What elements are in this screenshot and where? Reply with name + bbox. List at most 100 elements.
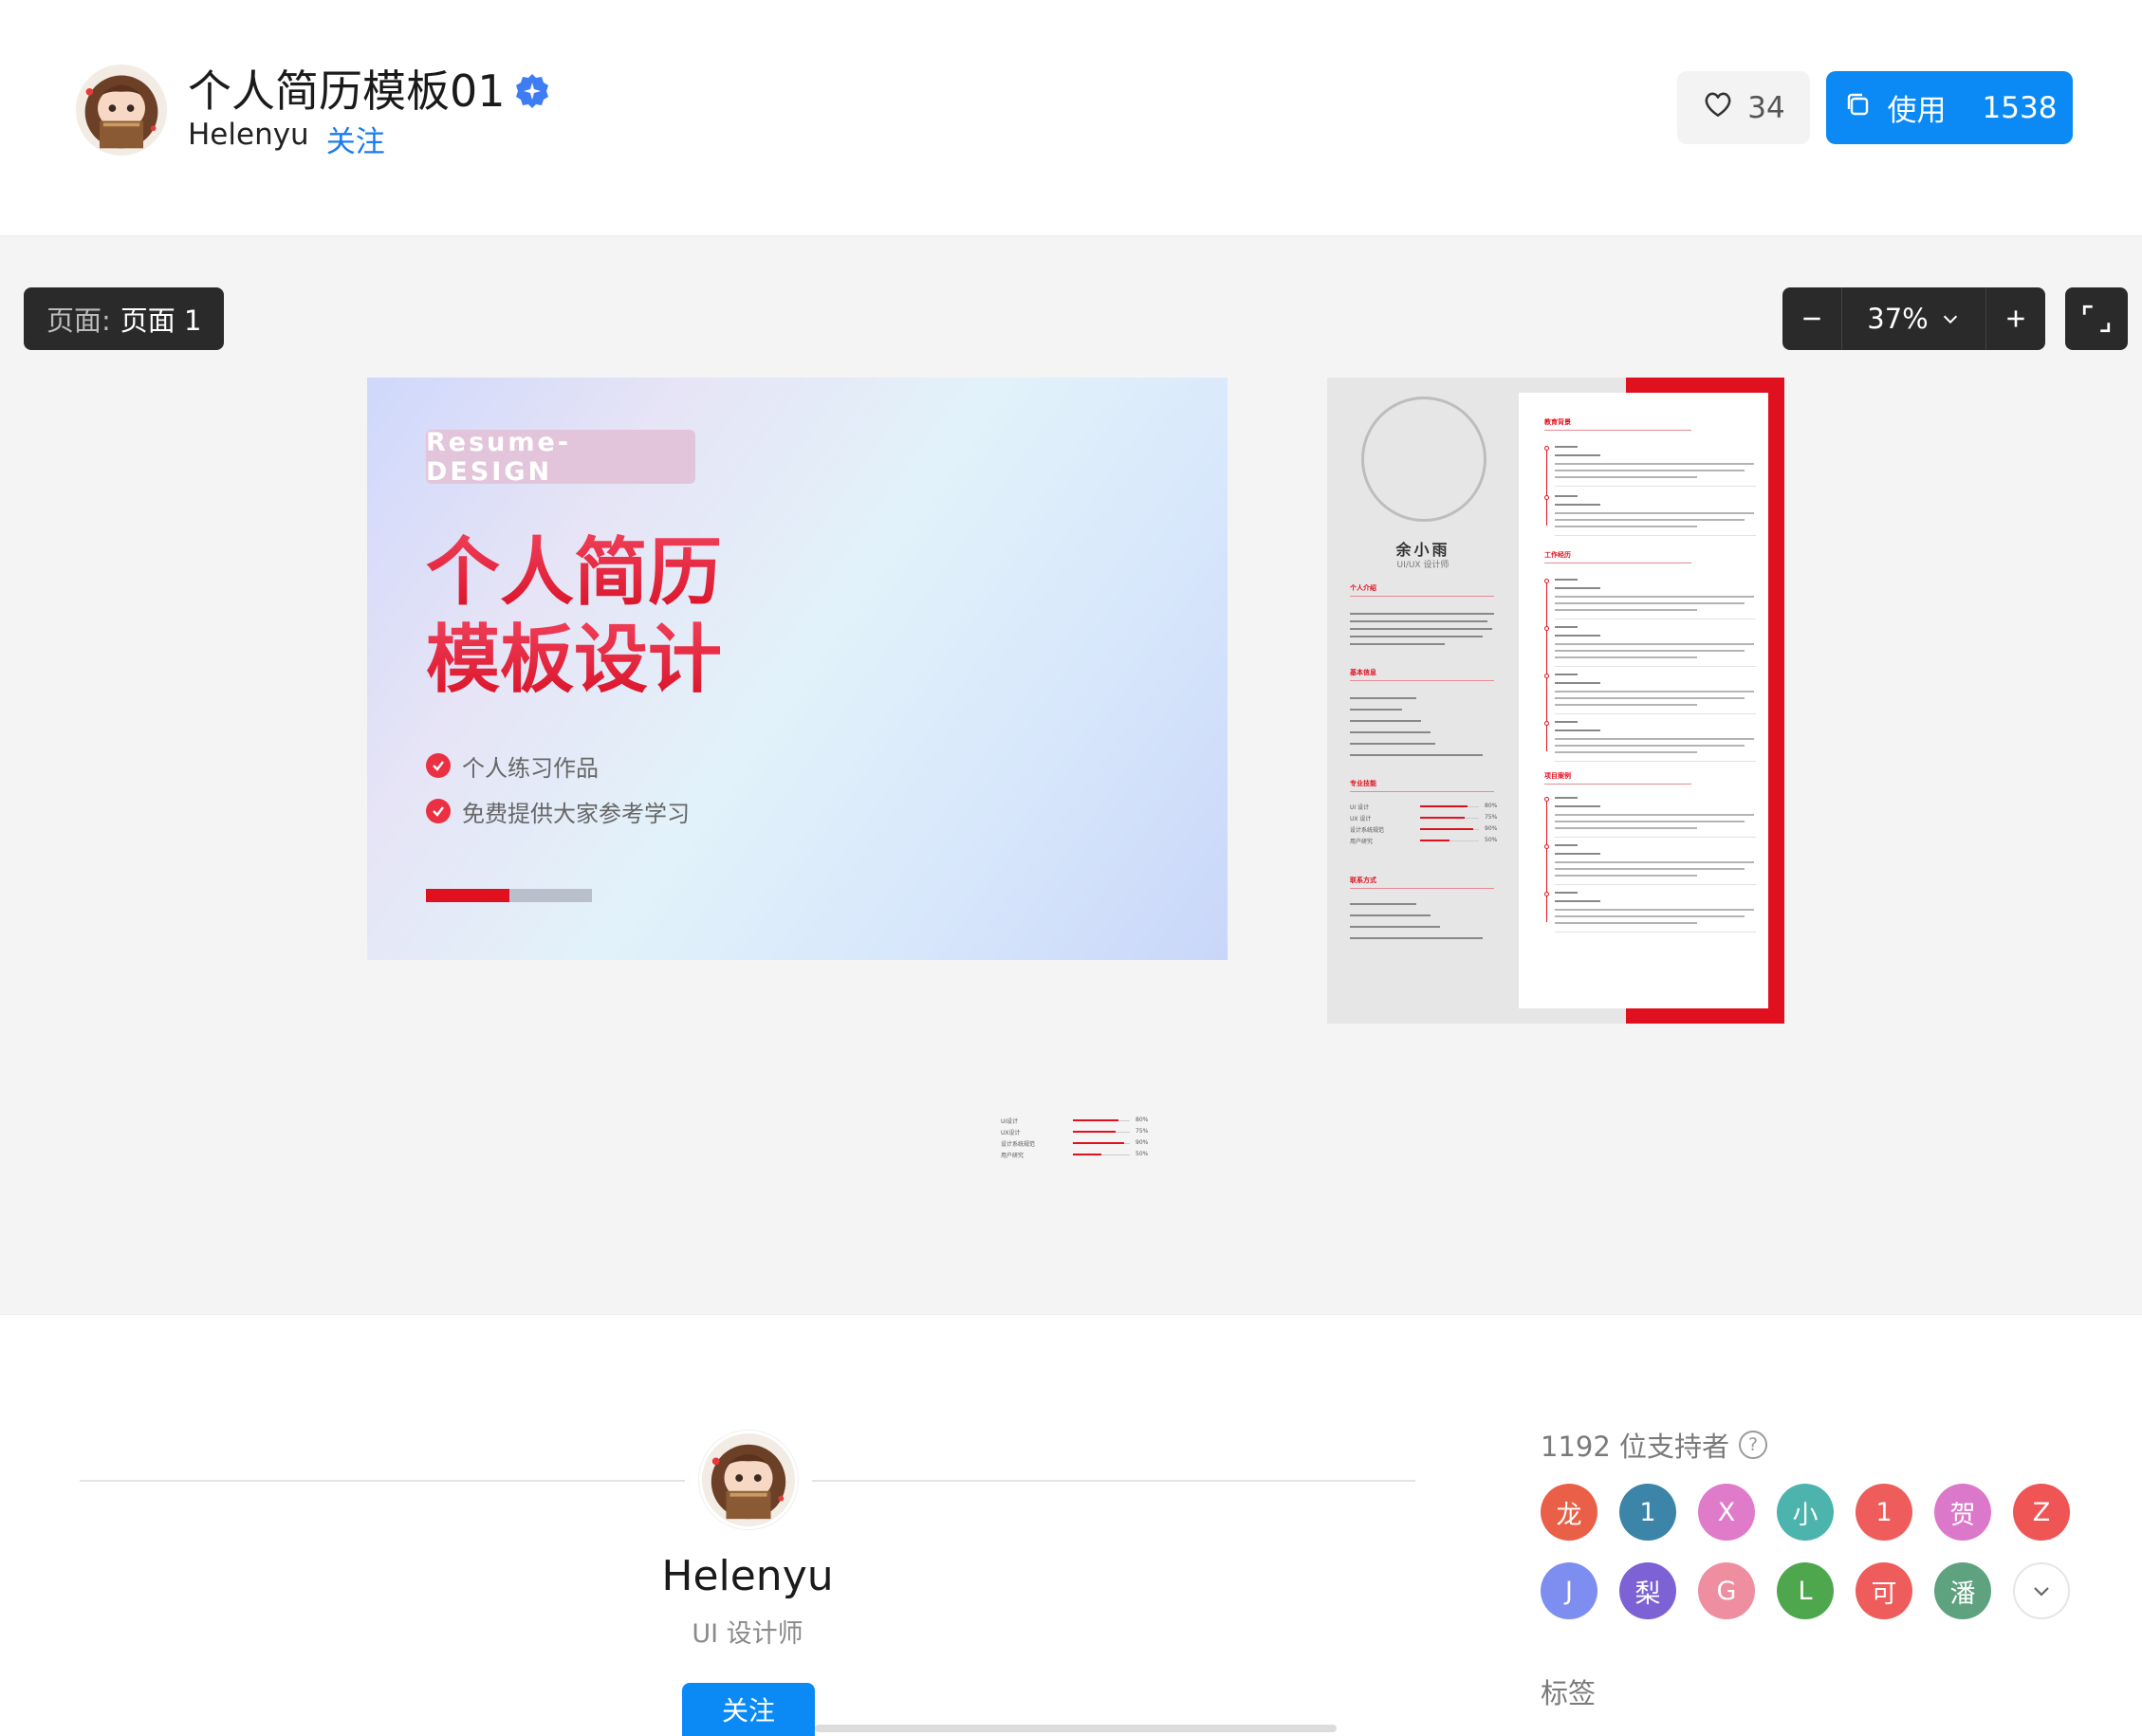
artboard-resume[interactable]: 余小雨 UI/UX 设计师 个人介绍 基本信息 专业技能 联系方式 教育背景 工… [1327,378,1784,1024]
divider [1555,761,1756,762]
artboard-cover[interactable]: Resume-DESIGN 个人简历 模板设计 个人练习作品 免费提供大家参考学… [367,378,1228,960]
supporter-avatar[interactable]: 梨 [1619,1562,1676,1619]
expand-supporters-button[interactable] [2013,1562,2070,1619]
design-canvas[interactable]: 页面: 页面 1 37% Resume-DESIGN 个人简历 模板设计 个人练… [0,235,2142,1315]
text-line [1555,495,1578,497]
skill-name: 设计系统规范 [1350,827,1385,834]
text-line [1350,926,1440,928]
supporter-avatar[interactable]: 潘 [1934,1562,1991,1619]
resume-section-contact: 联系方式 [1350,877,1376,884]
text-line [1555,909,1754,911]
floating-skills-widget[interactable]: UI设计 80% UX设计 75% 设计系统规范 90% 用户研究 50% [1001,1113,1153,1170]
supporter-avatar[interactable]: 贺 [1934,1484,1991,1541]
text-line [1350,697,1416,699]
text-line [1350,914,1431,916]
supporter-avatar[interactable]: 龙 [1541,1484,1597,1541]
text-line [1555,797,1578,799]
mini-skill-fill [1073,1119,1118,1121]
text-line [1555,656,1697,658]
supporter-avatar[interactable]: J [1541,1562,1597,1619]
zoom-in-button[interactable] [1986,287,2045,350]
bullet-text: 个人练习作品 [462,754,599,782]
text-line [1555,674,1578,675]
supporter-avatar[interactable]: 1 [1619,1484,1676,1541]
like-button[interactable]: 34 [1677,71,1810,144]
author-avatar[interactable] [76,65,167,156]
mini-skill-fill [1073,1142,1124,1144]
text-line [1350,937,1483,939]
supporter-avatar[interactable]: 小 [1777,1484,1834,1541]
text-line [1555,853,1600,855]
supporters-grid: 龙1X小1贺ZJ梨GL可潘 [1541,1484,2072,1619]
follow-link[interactable]: 关注 [326,118,385,160]
mini-skill-name: UI设计 [1001,1118,1019,1125]
text-line [1555,861,1754,863]
timeline-dot [1544,446,1549,451]
text-line [1555,682,1600,684]
divider [1555,932,1756,933]
supporter-avatar[interactable]: 1 [1856,1484,1912,1541]
timeline-dot [1544,797,1549,802]
timeline-dot [1544,721,1549,726]
zoom-out-button[interactable] [1782,287,1841,350]
cover-tag: Resume-DESIGN [426,428,695,487]
chevron-down-icon [1943,315,1957,324]
divider [1350,596,1494,597]
divider [1350,888,1494,889]
use-button[interactable]: 使用 1538 [1826,71,2073,144]
timeline-line [1546,581,1547,751]
text-line [1350,628,1492,630]
supporter-avatar[interactable]: L [1777,1562,1834,1619]
cover-title-line1: 个人简历 [426,530,723,616]
use-label: 使用 [1887,94,1947,128]
plus-icon [2007,310,2024,327]
supporter-avatar[interactable]: Z [2013,1484,2070,1541]
resume-section-intro: 个人介绍 [1350,584,1376,592]
divider [1555,713,1756,714]
text-line [1350,903,1416,905]
text-line [1555,844,1578,846]
text-line [1350,720,1421,722]
zoom-value: 37% [1867,303,1929,335]
resume-name: 余小雨 [1395,541,1450,559]
horizontal-scrollbar[interactable] [815,1725,1337,1732]
timeline-dot [1544,626,1549,631]
timeline-dot [1544,579,1549,583]
supporter-avatar[interactable]: G [1698,1562,1755,1619]
like-count: 34 [1747,90,1785,125]
text-line [1350,754,1483,756]
supporter-avatar[interactable]: X [1698,1484,1755,1541]
text-line [1555,463,1754,465]
mini-skill-percent: 80% [1136,1117,1149,1123]
timeline-dot [1544,892,1549,896]
skill-fill [1420,817,1465,819]
text-line [1555,609,1697,611]
skill-name: UX 设计 [1350,816,1372,822]
mini-skill-percent: 90% [1136,1139,1149,1146]
creator-name[interactable]: Helenyu [558,1552,937,1600]
text-line [1350,620,1487,622]
copy-icon [1842,89,1873,127]
page-selector[interactable]: 页面: 页面 1 [24,287,224,350]
text-line [1555,900,1600,902]
template-title: 个人简历模板01 [188,57,551,120]
text-line [1350,636,1483,637]
check-icon [426,753,451,778]
creator-role: UI 设计师 [692,1619,803,1649]
text-line [1555,579,1578,581]
creator-avatar[interactable] [699,1431,798,1529]
help-icon[interactable]: ? [1739,1431,1768,1459]
resume-section-education: 教育背景 [1544,418,1571,426]
text-line [1555,805,1600,807]
supporters-count: 1192 位支持者 [1541,1431,1730,1463]
author-name[interactable]: Helenyu [188,118,309,160]
supporter-avatar[interactable]: 可 [1856,1562,1912,1619]
timeline-dot [1544,495,1549,500]
divider [1555,535,1756,536]
resume-section-skills: 专业技能 [1350,780,1376,787]
fullscreen-button[interactable] [2065,287,2128,350]
zoom-dropdown[interactable]: 37% [1841,287,1986,350]
skill-name: UI 设计 [1350,804,1370,811]
follow-button[interactable]: 关注 [682,1683,815,1736]
cover-title-line2: 模板设计 [426,618,723,703]
